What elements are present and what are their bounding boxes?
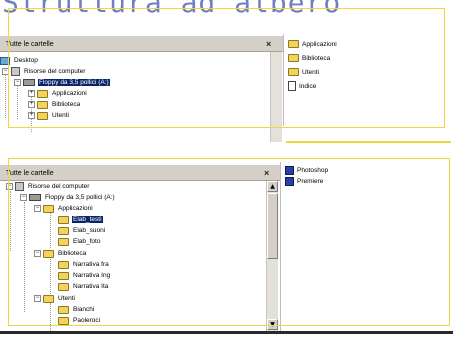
highlight-line (286, 141, 451, 143)
highlight-frame (8, 158, 450, 326)
highlight-frame (8, 8, 445, 128)
bottom-divider (0, 331, 453, 334)
